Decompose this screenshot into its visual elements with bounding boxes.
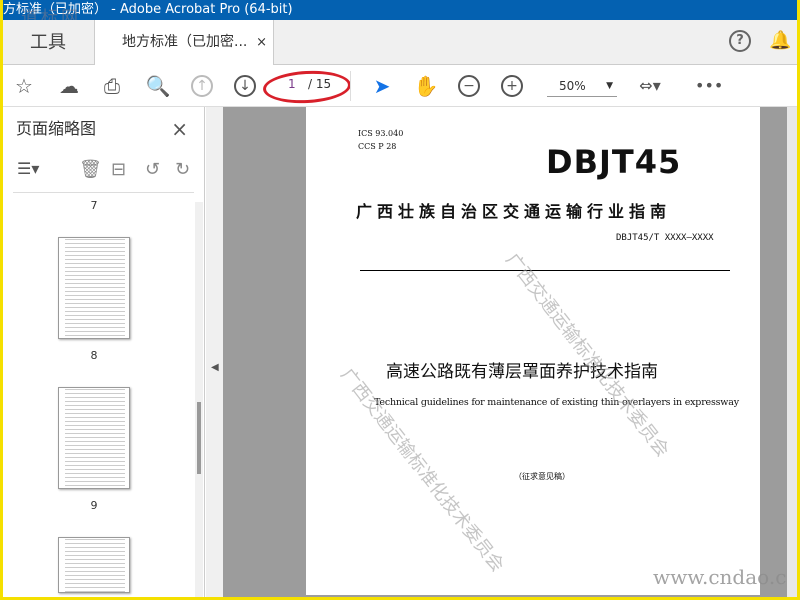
search-icon[interactable]: 🔍 <box>145 73 171 99</box>
thumbnail-label: 8 <box>90 349 98 362</box>
trash-icon[interactable]: 🗑 <box>79 159 102 180</box>
bell-icon[interactable]: 🔔 <box>769 30 791 52</box>
zoom-select[interactable]: 50% ▼ <box>547 75 617 97</box>
acrobat-window: 方标准（已加密） - Adobe Acrobat Pro (64-bit) 道标网… <box>3 0 797 597</box>
help-icon[interactable]: ? <box>729 30 751 52</box>
chevron-down-icon: ▼ <box>606 81 613 91</box>
tab-document[interactable]: 地方标准（已加密... × <box>94 20 274 66</box>
zoom-value: 50% <box>559 79 586 93</box>
diagonal-watermark: 广西交通运输标准化技术委员会 <box>336 364 508 576</box>
options-menu-icon[interactable]: ☰▾ <box>17 159 39 178</box>
panel-title: 页面缩略图 <box>16 119 97 138</box>
more-icon[interactable]: ••• <box>695 73 723 99</box>
close-panel-icon[interactable]: × <box>171 107 188 151</box>
thumbnail-list: 7 8 9 <box>3 197 194 597</box>
standard-code: DBJT45/T XXXX—XXXX <box>616 233 714 243</box>
standard-logo: DBJT45 <box>546 143 682 181</box>
print-icon[interactable]: ⎙ <box>99 73 125 99</box>
extract-page-icon[interactable]: ⊟ <box>111 159 126 180</box>
bookmark-star-icon[interactable]: ☆ <box>11 73 37 99</box>
tab-tools[interactable]: 工具 <box>3 20 93 65</box>
collapse-arrow-icon[interactable]: ◀ <box>211 362 219 373</box>
tab-bar: 工具 地方标准（已加密... × ? 🔔 <box>3 20 797 66</box>
title-bar: 方标准（已加密） - Adobe Acrobat Pro (64-bit) 道标网 <box>3 0 797 28</box>
thumbnail-tools: ☰▾ 🗑 ⊟ ↺ ↻ <box>13 151 194 193</box>
site-watermark: www.cndao.c <box>653 565 787 589</box>
ccs-code: CCS P 28 <box>358 142 397 151</box>
document-scrollbar[interactable] <box>787 107 797 597</box>
authority-title: 广西壮族自治区交通运输行业指南 <box>356 202 672 221</box>
previous-page-icon[interactable]: ↑ <box>191 75 213 97</box>
thumbnail-label: 7 <box>90 199 98 212</box>
page-number-highlight <box>262 68 352 106</box>
diagonal-watermark: 广西交通运输标准化技术委员会 <box>501 249 673 461</box>
select-pointer-icon[interactable]: ➤ <box>369 73 395 99</box>
hand-tool-icon[interactable]: ✋ <box>413 73 439 99</box>
thumbnail-page-9[interactable] <box>58 387 130 489</box>
panel-splitter[interactable]: ◀ <box>206 107 223 597</box>
thumbnail-scrollbar[interactable] <box>195 202 203 597</box>
thumbnail-label: 9 <box>90 499 98 512</box>
thumbnail-page-8[interactable] <box>58 237 130 339</box>
upload-cloud-icon[interactable]: ☁ <box>56 73 82 99</box>
document-title-english: Technical guidelines for maintenance of … <box>374 397 739 408</box>
tab-document-label: 地方标准（已加密... <box>122 34 248 50</box>
page-fit-icon[interactable]: ⇔▾ <box>637 73 663 99</box>
rotate-cw-icon[interactable]: ↻ <box>175 159 190 180</box>
page-number-input[interactable]: 1 <box>288 77 296 91</box>
pdf-page: ICS 93.040 CCS P 28 DBJT45 广西壮族自治区交通运输行业… <box>306 107 760 595</box>
ics-code: ICS 93.040 <box>358 129 404 138</box>
divider-line <box>360 270 730 271</box>
draft-label: （征求意见稿） <box>514 472 570 481</box>
document-view: ICS 93.040 CCS P 28 DBJT45 广西壮族自治区交通运输行业… <box>223 107 787 597</box>
rotate-ccw-icon[interactable]: ↺ <box>145 159 160 180</box>
close-tab-icon[interactable]: × <box>256 20 267 65</box>
toolbar: ☆ ☁ ⎙ 🔍 ↑ ↓ 1 / 15 ➤ ✋ − + 50% ▼ ⇔▾ ••• <box>3 65 797 107</box>
zoom-in-icon[interactable]: + <box>501 75 523 97</box>
thumbnail-panel: 页面缩略图 × ☰▾ 🗑 ⊟ ↺ ↻ 7 8 9 <box>3 107 205 597</box>
thumbnail-page-10[interactable] <box>58 537 130 593</box>
zoom-out-icon[interactable]: − <box>458 75 480 97</box>
page-total: / 15 <box>308 77 332 91</box>
divider <box>350 71 351 101</box>
next-page-icon[interactable]: ↓ <box>234 75 256 97</box>
scroll-thumb[interactable] <box>197 402 201 474</box>
